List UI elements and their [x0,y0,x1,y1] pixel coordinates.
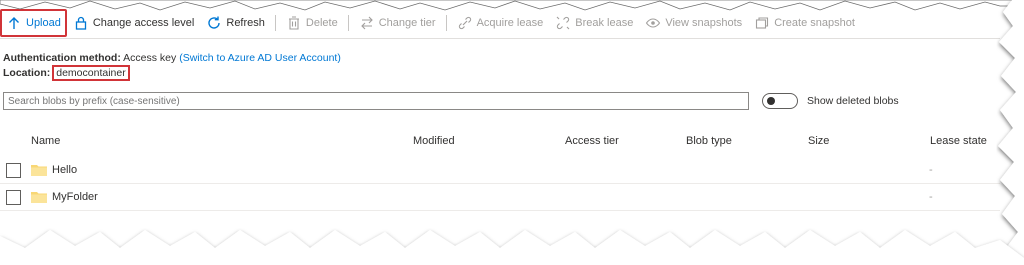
table-row[interactable]: MyFolder - [0,184,1000,211]
upload-button[interactable]: Upload [0,9,67,37]
location: Location: democontainer [3,65,130,81]
delete-label: Delete [305,17,338,29]
show-deleted-label: Show deleted blobs [807,95,899,107]
refresh-label: Refresh [226,17,265,29]
toolbar-divider [445,15,447,31]
toolbar-divider [347,15,349,31]
table-row[interactable]: Hello - [0,157,1000,184]
view-snapshots-label: View snapshots [665,17,743,29]
switch-auth-link[interactable]: (Switch to Azure AD User Account) [179,52,341,64]
trash-icon [288,16,299,30]
acquire-lease-label: Acquire lease [476,17,544,29]
column-header-access-tier[interactable]: Access tier [565,135,619,147]
show-deleted-toggle[interactable] [762,93,798,109]
folder-icon [31,165,47,176]
break-lease-label: Break lease [575,17,634,29]
blob-name[interactable]: MyFolder [52,191,98,203]
eye-icon [646,18,661,28]
lease-state: - [929,191,933,203]
toggle-knob [767,97,775,105]
blob-container-page: Upload Change access level Refresh Delet… [0,0,1024,265]
swap-icon [360,16,373,30]
torn-paper-edge [0,0,1024,265]
delete-button[interactable]: Delete [280,11,344,35]
lease-state: - [929,164,933,176]
auth-value: Access key [123,52,177,64]
search-blobs-input[interactable] [3,92,749,110]
create-snapshot-button[interactable]: Create snapshot [748,11,861,35]
refresh-button[interactable]: Refresh [200,11,271,35]
authentication-method: Authentication method: Access key (Switc… [3,52,341,64]
link-icon [458,16,471,30]
location-value: democontainer [52,65,130,81]
broken-link-icon [556,16,570,30]
column-header-size[interactable]: Size [808,135,829,147]
upload-label: Upload [26,17,61,29]
create-snapshot-label: Create snapshot [774,17,855,29]
change-access-level-button[interactable]: Change access level [67,11,201,35]
lock-icon [75,16,87,30]
acquire-lease-button[interactable]: Acquire lease [451,11,550,35]
location-label: Location: [3,67,51,79]
blob-name[interactable]: Hello [52,164,77,176]
break-lease-button[interactable]: Break lease [549,11,639,35]
column-header-modified[interactable]: Modified [413,135,455,147]
column-header-lease-state[interactable]: Lease state [930,135,987,147]
folder-icon [31,192,47,203]
upload-arrow-icon [9,17,19,29]
change-tier-button[interactable]: Change tier [353,11,442,35]
auth-label: Authentication method: [3,52,121,64]
view-snapshots-button[interactable]: View snapshots [639,11,748,35]
row-checkbox[interactable] [6,190,21,205]
command-bar: Upload Change access level Refresh Delet… [0,8,1000,39]
change-access-level-label: Change access level [92,17,195,29]
column-header-blob-type[interactable]: Blob type [686,135,732,147]
change-tier-label: Change tier [378,17,436,29]
toolbar-divider [274,15,276,31]
row-checkbox[interactable] [6,163,21,178]
snapshot-icon [756,17,769,29]
refresh-icon [208,16,221,29]
column-header-name[interactable]: Name [31,135,60,147]
